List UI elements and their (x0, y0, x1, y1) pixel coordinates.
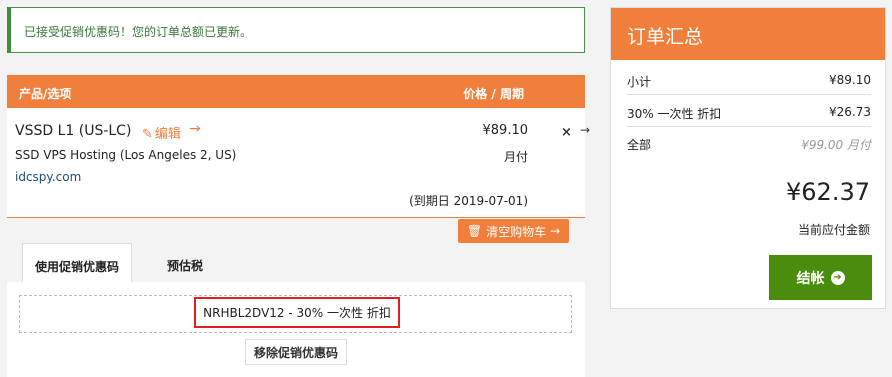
circle-arrow-right-icon: ➔ (830, 270, 845, 285)
summary-title: 订单汇总 (611, 8, 885, 60)
remove-promo-button[interactable]: 移除促销优惠码 (245, 339, 347, 365)
total-value: ¥99.00 月付 (801, 138, 871, 152)
summary-row-subtotal: 小计 ¥89.10 (627, 64, 871, 95)
checkout-button[interactable]: 结帐 ➔ (769, 255, 872, 300)
summary-row-discount: 30% 一次性 折扣 ¥26.73 (627, 96, 871, 127)
tab-estimate-tax[interactable]: 预估税 (132, 243, 238, 283)
alert-message: 已接受促销优惠码！您的订单总额已更新。 (24, 25, 253, 39)
item-domain: idcspy.com (15, 170, 82, 184)
item-price: ¥89.10 (482, 123, 529, 138)
order-summary: 订单汇总 小计 ¥89.10 30% 一次性 折扣 ¥26.73 全部 ¥99.… (610, 7, 886, 309)
item-due-date: (到期日 2019-07-01) (409, 194, 528, 208)
summary-row-total: 全部 ¥99.00 月付 (627, 127, 871, 158)
header-price-cycle: 价格 / 周期 (463, 87, 524, 101)
subtotal-label: 小计 (627, 75, 652, 89)
remove-item-icon[interactable]: × (561, 125, 572, 140)
empty-cart-button[interactable]: 🗑 清空购物车 → (458, 219, 569, 243)
header-product-options: 产品/选项 (19, 87, 72, 101)
item-billing-cycle: 月付 (503, 150, 528, 164)
item-title: VSSD L1 (US-LC) (15, 123, 132, 139)
move-item-icon[interactable]: → (580, 123, 590, 137)
pencil-icon: ✎ (142, 127, 153, 142)
grand-total-amount: ¥62.37 (786, 178, 870, 206)
promo-accepted-alert: 已接受促销优惠码！您的订单总额已更新。 (7, 7, 585, 53)
cart-item: VSSD L1 (US-LC) ✎ 编辑 → SSD VPS Hosting (L… (7, 108, 585, 218)
promo-panel: NRHBL2DV12 - 30% 一次性 折扣 移除促销优惠码 (7, 282, 585, 377)
item-subtitle: SSD VPS Hosting (Los Angeles 2, US) (15, 148, 237, 162)
edit-item-link[interactable]: ✎ 编辑 (142, 123, 181, 142)
total-label: 全部 (627, 138, 652, 152)
arrow-right-icon: → (550, 224, 561, 238)
subtotal-value: ¥89.10 (829, 73, 871, 87)
edit-label: 编辑 (154, 127, 181, 142)
discount-value: ¥26.73 (829, 105, 871, 119)
trash-icon: 🗑 (466, 224, 483, 238)
applied-promo-code: NRHBL2DV12 - 30% 一次性 折扣 (194, 297, 400, 328)
cart-header: 产品/选项 价格 / 周期 (7, 75, 585, 108)
checkout-label: 结帐 (796, 270, 825, 287)
grand-total-label: 当前应付金额 (797, 223, 870, 237)
empty-cart-label: 清空购物车 (486, 224, 547, 239)
discount-label: 30% 一次性 折扣 (627, 107, 722, 121)
arrow-right-icon[interactable]: → (189, 121, 201, 137)
tab-promo-code[interactable]: 使用促销优惠码 (22, 243, 132, 283)
